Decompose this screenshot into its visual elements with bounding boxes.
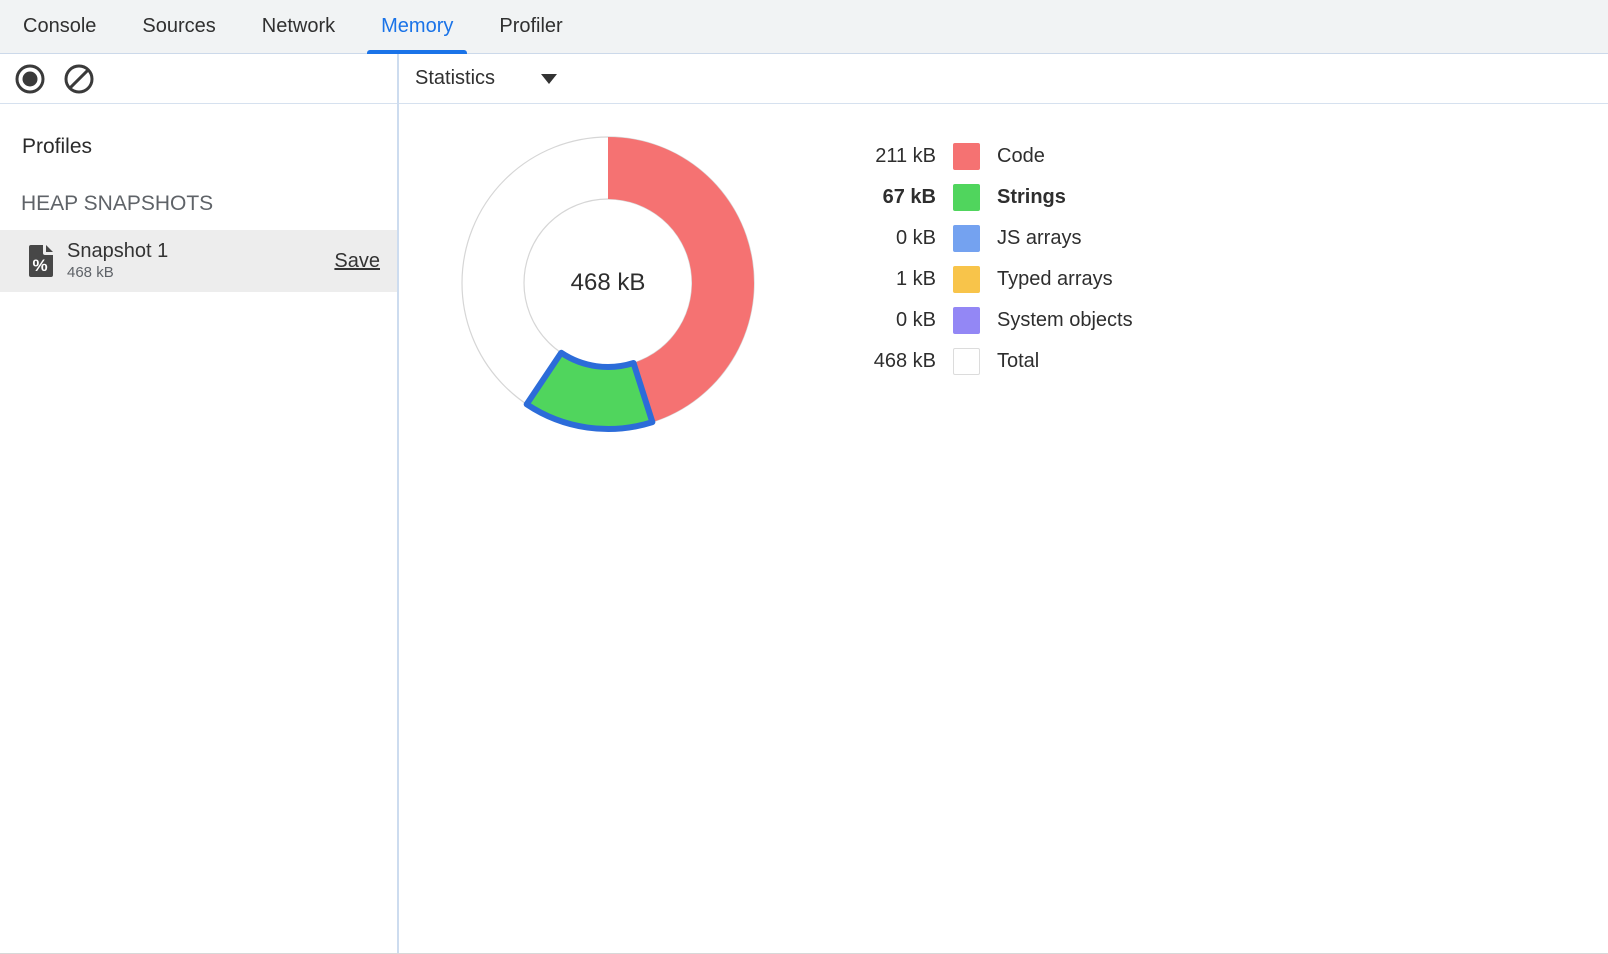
profiles-heading: Profiles (0, 105, 399, 159)
legend-swatch (953, 266, 980, 293)
devtools-tab-bar: Console Sources Network Memory Profiler (0, 0, 1608, 54)
toolbar-right-section: Statistics (399, 54, 1608, 103)
tab-memory[interactable]: Memory (367, 0, 467, 53)
svg-text:%: % (32, 256, 47, 275)
legend-label: System objects (997, 309, 1133, 332)
legend-row-js-arrays[interactable]: 0 kB JS arrays (840, 218, 1133, 259)
tab-console[interactable]: Console (9, 0, 110, 53)
memory-panel-content: Profiles HEAP SNAPSHOTS % Snapshot 1 468… (0, 105, 1608, 953)
clear-profiles-button[interactable] (62, 62, 96, 96)
donut-slice-strings[interactable] (527, 353, 653, 429)
legend-value: 0 kB (840, 309, 936, 332)
legend-swatch (953, 348, 980, 375)
snapshot-title: Snapshot 1 (67, 240, 168, 262)
legend-value: 67 kB (840, 186, 936, 209)
legend-label: Typed arrays (997, 268, 1113, 291)
chevron-down-icon (541, 74, 557, 84)
legend-value: 468 kB (840, 350, 936, 373)
tab-sources[interactable]: Sources (128, 0, 229, 53)
record-heap-button[interactable] (13, 62, 47, 96)
legend-swatch (953, 225, 980, 252)
legend-swatch (953, 184, 980, 211)
legend-label: Strings (997, 186, 1066, 209)
legend-row-system-objects[interactable]: 0 kB System objects (840, 300, 1133, 341)
statistics-view: 468 kB 211 kB Code 67 kB Strings 0 kB JS arra… (399, 105, 1608, 953)
legend-value: 1 kB (840, 268, 936, 291)
snapshot-info: Snapshot 1 468 kB (67, 240, 168, 282)
legend-row-typed-arrays[interactable]: 1 kB Typed arrays (840, 259, 1133, 300)
legend-row-total[interactable]: 468 kB Total (840, 341, 1133, 382)
memory-toolbar: Statistics (0, 54, 1608, 104)
perspective-dropdown-value: Statistics (415, 67, 495, 90)
panel-resizer[interactable] (397, 54, 399, 953)
legend-label: Code (997, 145, 1045, 168)
legend-value: 0 kB (840, 227, 936, 250)
snapshot-list-item[interactable]: % Snapshot 1 468 kB Save (0, 230, 399, 292)
save-link[interactable]: Save (334, 250, 380, 273)
legend-label: JS arrays (997, 227, 1081, 250)
heap-snapshot-file-icon: % (28, 244, 54, 278)
legend-swatch (953, 143, 980, 170)
heap-snapshots-section-label: HEAP SNAPSHOTS (0, 159, 399, 216)
legend-label: Total (997, 350, 1039, 373)
legend-row-code[interactable]: 211 kB Code (840, 136, 1133, 177)
perspective-dropdown[interactable]: Statistics (415, 67, 557, 90)
legend-row-strings[interactable]: 67 kB Strings (840, 177, 1133, 218)
donut-chart-svg (458, 133, 758, 433)
tab-profiler[interactable]: Profiler (485, 0, 576, 53)
heap-usage-donut-chart: 468 kB (458, 133, 758, 433)
profiles-sidebar: Profiles HEAP SNAPSHOTS % Snapshot 1 468… (0, 105, 399, 953)
clear-icon (62, 62, 96, 96)
tab-network[interactable]: Network (248, 0, 349, 53)
toolbar-left-section (0, 54, 399, 103)
snapshot-size: 468 kB (67, 265, 168, 282)
chart-legend: 211 kB Code 67 kB Strings 0 kB JS arrays 1 kB T… (840, 136, 1133, 382)
legend-swatch (953, 307, 980, 334)
legend-value: 211 kB (840, 145, 936, 168)
record-icon (13, 62, 47, 96)
